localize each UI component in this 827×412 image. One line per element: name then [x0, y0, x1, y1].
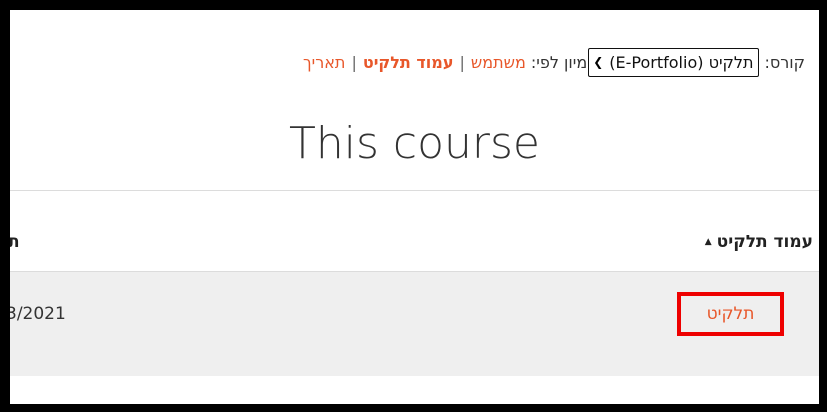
portfolio-page-link[interactable]: תלקיט — [677, 292, 784, 336]
course-label: קורס: — [764, 52, 805, 72]
course-select-value: תלקיט (E-Portfolio) — [609, 52, 754, 72]
separator: | — [459, 52, 465, 72]
page-title: This course — [289, 118, 540, 169]
column-header-page-label: עמוד תלקיט — [716, 232, 813, 252]
column-header-page[interactable]: עמוד תלקיט ▲ — [705, 232, 813, 252]
caret-up-icon: ▲ — [704, 237, 712, 247]
divider — [10, 190, 819, 191]
course-select[interactable]: תלקיט (E-Portfolio) ❯ — [588, 47, 760, 77]
sort-label: מיון לפי: — [530, 52, 588, 72]
page-frame: קורס: תלקיט (E-Portfolio) ❯ מיון לפי: מש… — [10, 10, 819, 404]
column-header-date[interactable]: ת — [10, 232, 20, 252]
chevron-down-icon: ❯ — [593, 55, 604, 69]
filter-bar: קורס: תלקיט (E-Portfolio) ❯ מיון לפי: מש… — [303, 46, 805, 78]
sort-by-page-link[interactable]: עמוד תלקיט — [363, 53, 454, 72]
separator: | — [351, 52, 357, 72]
sort-by-date-link[interactable]: תאריך — [303, 53, 345, 72]
sort-by-user-link[interactable]: משתמש — [471, 53, 526, 72]
row-date: 3/2021 — [10, 304, 66, 324]
